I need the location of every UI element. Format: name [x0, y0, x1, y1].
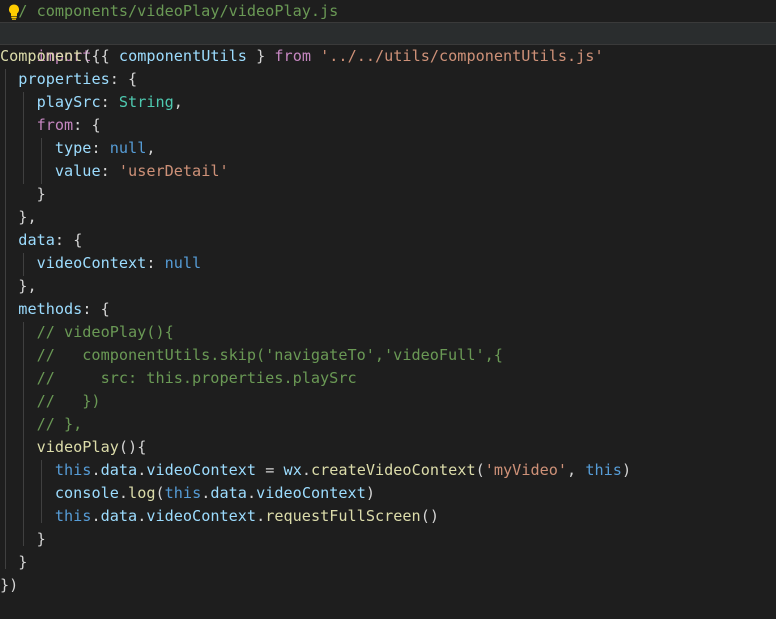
code-token: this.data.videoContext.requestFullScreen…	[54, 507, 439, 525]
code-line[interactable]: properties: {	[0, 68, 776, 91]
code-token: }	[18, 553, 28, 571]
code-token: videoPlay(){	[36, 438, 147, 456]
code-token: console.log(this.data.videoContext)	[54, 484, 375, 502]
code-token: // },	[0, 415, 83, 433]
code-line[interactable]: // src: this.properties.playSrc	[0, 367, 776, 390]
code-token: methods: {	[18, 300, 110, 318]
code-line[interactable]: videoPlay(){	[0, 436, 776, 459]
lightbulb-icon[interactable]	[5, 3, 23, 21]
code-token: value: 'userDetail'	[54, 162, 229, 180]
code-line[interactable]: console.log(this.data.videoContext)	[0, 482, 776, 505]
code-line[interactable]: / components/videoPlay/videoPlay.js	[0, 0, 776, 23]
code-token: from: {	[36, 116, 101, 134]
code-line[interactable]: Component({	[0, 45, 776, 68]
code-token: properties: {	[18, 70, 138, 88]
code-line[interactable]: },	[0, 206, 776, 229]
code-line[interactable]: this.data.videoContext = wx.createVideoC…	[0, 459, 776, 482]
code-token: },	[18, 277, 37, 295]
code-token: videoContext: null	[36, 254, 202, 272]
code-token: })	[0, 576, 19, 594]
code-token: Component({	[0, 47, 101, 65]
code-token: // })	[0, 392, 101, 410]
code-line[interactable]: // videoPlay(){	[0, 321, 776, 344]
code-line[interactable]: videoContext: null	[0, 252, 776, 275]
code-token: // src: this.properties.playSrc	[0, 369, 357, 387]
code-line[interactable]: this.data.videoContext.requestFullScreen…	[0, 505, 776, 528]
code-line[interactable]: data: {	[0, 229, 776, 252]
code-line[interactable]: },	[0, 275, 776, 298]
code-token: / components/videoPlay/videoPlay.js	[18, 2, 339, 20]
code-line[interactable]: type: null,	[0, 137, 776, 160]
code-token: }	[36, 530, 46, 548]
code-token: }	[36, 185, 46, 203]
code-line[interactable]: from: {	[0, 114, 776, 137]
code-token: // videoPlay(){	[0, 323, 174, 341]
code-editor[interactable]: / components/videoPlay/videoPlay.js impo…	[0, 0, 776, 619]
code-line[interactable]: import { componentUtils } from '../../ut…	[0, 22, 776, 65]
code-line[interactable]: }	[0, 183, 776, 206]
code-line[interactable]: methods: {	[0, 298, 776, 321]
code-token: // componentUtils.skip('navigateTo','vid…	[0, 346, 503, 364]
code-line[interactable]: // componentUtils.skip('navigateTo','vid…	[0, 344, 776, 367]
code-line[interactable]: }	[0, 551, 776, 574]
code-line[interactable]: playSrc: String,	[0, 91, 776, 114]
code-line[interactable]: })	[0, 574, 776, 597]
code-line[interactable]: }	[0, 528, 776, 551]
code-token: },	[18, 208, 37, 226]
code-token: playSrc: String,	[36, 93, 183, 111]
code-line[interactable]: // })	[0, 390, 776, 413]
code-token: this.data.videoContext = wx.createVideoC…	[54, 461, 632, 479]
code-line[interactable]: // },	[0, 413, 776, 436]
code-token: data: {	[18, 231, 83, 249]
code-token: type: null,	[54, 139, 156, 157]
code-line[interactable]: value: 'userDetail'	[0, 160, 776, 183]
